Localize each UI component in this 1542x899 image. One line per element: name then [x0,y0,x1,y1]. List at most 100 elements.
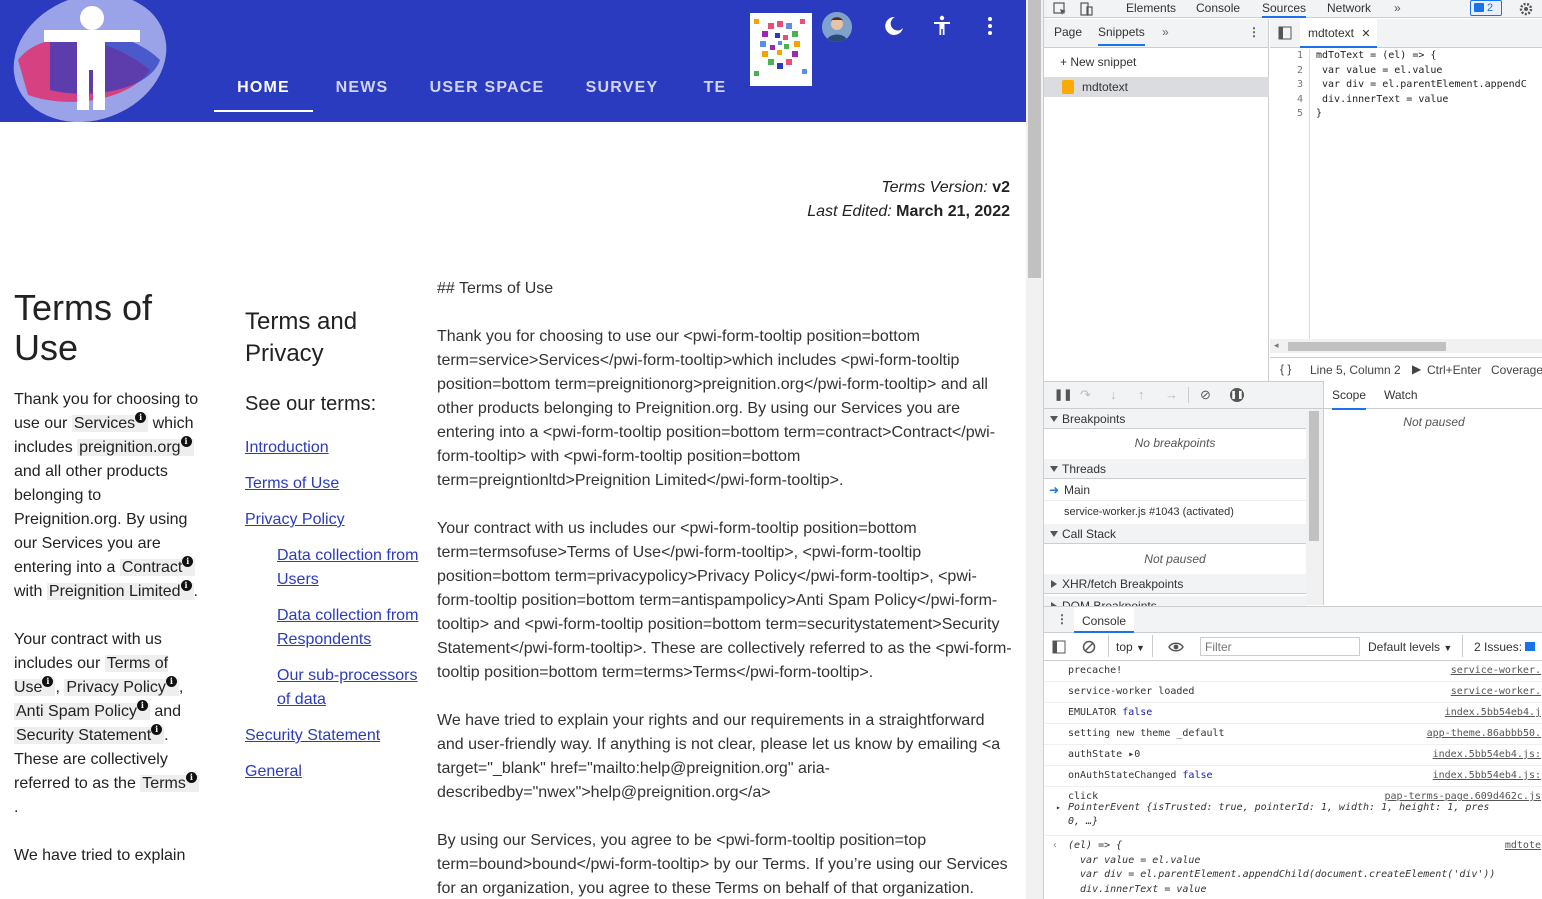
page-scrollbar-thumb[interactable] [1028,0,1041,278]
devtools-tab-sources[interactable]: Sources [1262,0,1307,18]
toc-link-data-collection-respondents[interactable]: Data collection from Respondents [277,604,425,652]
clear-console-icon[interactable] [1082,640,1096,654]
pause-on-exceptions-icon[interactable]: ❚❚ [1230,388,1244,402]
snippet-source-code[interactable]: mdToText = (el) => { var value = el.valu… [1316,49,1527,122]
step-into-icon[interactable]: ↓ [1110,387,1117,402]
editor-horizontal-scrollbar[interactable]: ◂ [1270,339,1542,353]
snippet-source-link[interactable]: mdtote [1505,836,1541,856]
tooltip-term-services[interactable]: Services i [71,412,149,432]
tab-scope[interactable]: Scope [1332,388,1367,410]
tooltip-term-preignition-limited[interactable]: Preignition Limited i [46,580,194,600]
toc-link-introduction[interactable]: Introduction [245,436,425,460]
message-source-link[interactable]: app-theme.86abbb50. [1427,724,1541,744]
message-source-link[interactable]: service-worker. [1451,661,1541,681]
info-icon[interactable]: i [165,676,177,687]
console-issues-button[interactable]: 2 Issues: [1474,640,1536,654]
nav-tab-te[interactable]: TE [694,76,736,112]
nav-tab-news[interactable]: NEWS [325,76,399,112]
toc-link-data-collection-users[interactable]: Data collection from Users [277,544,425,592]
message-source-link[interactable]: index.5bb54eb4.j [1445,703,1541,723]
inspect-element-icon[interactable] [1052,1,1068,17]
console-sidebar-icon[interactable] [1052,640,1066,654]
new-snippet-button[interactable]: + New snippet [1060,55,1136,69]
pause-icon[interactable]: ❚❚ [1054,388,1072,401]
toc-link-general[interactable]: General [245,760,425,784]
xhr-breakpoints-header[interactable]: XHR/fetch Breakpoints [1044,574,1306,594]
step-icon[interactable]: → [1165,387,1178,402]
qr-code-icon[interactable] [750,13,812,86]
toc-link-privacy-policy[interactable]: Privacy Policy [245,508,425,532]
code-area[interactable]: 1 2 3 4 5 mdToText = (el) => { var value… [1270,49,1542,339]
info-icon[interactable]: i [136,700,148,711]
tooltip-term-security-statement[interactable]: Security Statement i [14,724,165,744]
navigator-tab-snippets[interactable]: Snippets [1098,25,1145,46]
close-tab-icon[interactable]: ✕ [1361,28,1370,40]
toggle-navigator-icon[interactable] [1278,26,1292,40]
threads-header[interactable]: Threads [1044,459,1306,479]
nav-tab-user-space[interactable]: USER SPACE [420,76,554,112]
settings-gear-icon[interactable] [1518,1,1534,17]
step-over-icon[interactable]: ↷ [1080,387,1091,403]
step-out-icon[interactable]: ↑ [1138,387,1145,402]
tooltip-term-terms[interactable]: Terms i [140,772,199,792]
message-source-link[interactable]: service-worker. [1451,682,1541,702]
tooltip-term-privacy-policy[interactable]: Privacy Policy i [64,676,179,696]
toc-link-terms-of-use[interactable]: Terms of Use [245,472,425,496]
nav-tab-survey[interactable]: SURVEY [575,76,669,112]
breakpoints-header[interactable]: Breakpoints [1044,409,1306,429]
console-drawer-tab[interactable]: Console [1074,607,1135,633]
run-snippet-icon[interactable]: ▶ [1412,362,1421,376]
toc-link-sub-processors[interactable]: Our sub-processors of data [277,664,425,712]
drawer-menu-icon[interactable]: ⋮ [1056,612,1068,626]
more-navigator-tabs-icon[interactable]: » [1162,25,1169,39]
expand-object-icon[interactable]: ▸ [1056,801,1061,815]
info-icon[interactable]: i [135,412,147,423]
device-toolbar-icon[interactable] [1078,1,1094,17]
pretty-print-icon[interactable]: { } [1280,362,1291,376]
snippet-function-echo[interactable]: (el) => { var value = el.value var div =… [1068,839,1495,897]
message-source-link[interactable]: index.5bb54eb4.js: [1433,766,1541,786]
devtools-tab-network[interactable]: Network [1327,0,1371,18]
info-icon[interactable]: i [42,676,54,687]
navigator-menu-icon[interactable]: ⋮ [1248,25,1260,39]
tooltip-term-preignition-org[interactable]: preignition.org i [77,436,194,456]
scroll-left-icon[interactable]: ◂ [1274,340,1279,351]
snippet-item-mdtotext[interactable]: mdtotext [1044,77,1269,97]
editor-file-tab[interactable]: mdtotext ✕ [1300,19,1377,48]
console-filter-input[interactable] [1200,637,1360,656]
accessibility-logo-icon[interactable] [10,0,170,122]
accessibility-icon[interactable] [930,14,954,38]
context-selector[interactable]: top ▼ [1116,640,1145,654]
more-vert-icon[interactable] [978,14,1002,38]
tooltip-term-contract[interactable]: Contract i [119,556,196,576]
thread-service-worker[interactable]: service-worker.js #1043 (activated) [1044,502,1306,522]
user-avatar[interactable] [822,12,852,42]
message-source-link[interactable]: index.5bb54eb4.js: [1433,745,1541,765]
toc-link-security-statement[interactable]: Security Statement [245,724,425,748]
dark-mode-moon-icon[interactable] [882,14,906,38]
tooltip-term-anti-spam-policy[interactable]: Anti Spam Policy i [14,700,150,720]
debugger-scrollbar-thumb[interactable] [1309,411,1319,541]
editor-scrollbar-thumb[interactable] [1288,342,1446,351]
debugger-scrollbar[interactable] [1306,409,1323,605]
live-expression-eye-icon[interactable] [1168,641,1184,653]
tab-watch[interactable]: Watch [1384,388,1418,402]
more-tabs-chevron-icon[interactable]: » [1394,0,1401,18]
page-scrollbar[interactable] [1026,0,1043,899]
devtools-tab-console[interactable]: Console [1196,0,1240,18]
deactivate-breakpoints-icon[interactable]: ⊘ [1200,387,1211,403]
devtools-tab-elements[interactable]: Elements [1126,0,1176,18]
message-value[interactable]: ▸0 [1128,749,1140,760]
info-icon[interactable]: i [185,772,197,783]
nav-tab-home[interactable]: HOME [214,76,313,112]
info-icon[interactable]: i [151,724,163,735]
call-stack-header[interactable]: Call Stack [1044,524,1306,544]
info-icon[interactable]: i [180,436,192,447]
pointer-event-object[interactable]: ▸ PointerEvent {isTrusted: true, pointer… [1056,801,1489,829]
issues-badge[interactable]: 2 [1470,0,1502,16]
navigator-tab-page[interactable]: Page [1054,25,1082,39]
info-icon[interactable]: i [180,580,192,591]
log-levels-dropdown[interactable]: Default levels ▼ [1368,640,1452,654]
thread-main[interactable]: ➜ Main [1044,480,1306,501]
info-icon[interactable]: i [182,556,194,567]
